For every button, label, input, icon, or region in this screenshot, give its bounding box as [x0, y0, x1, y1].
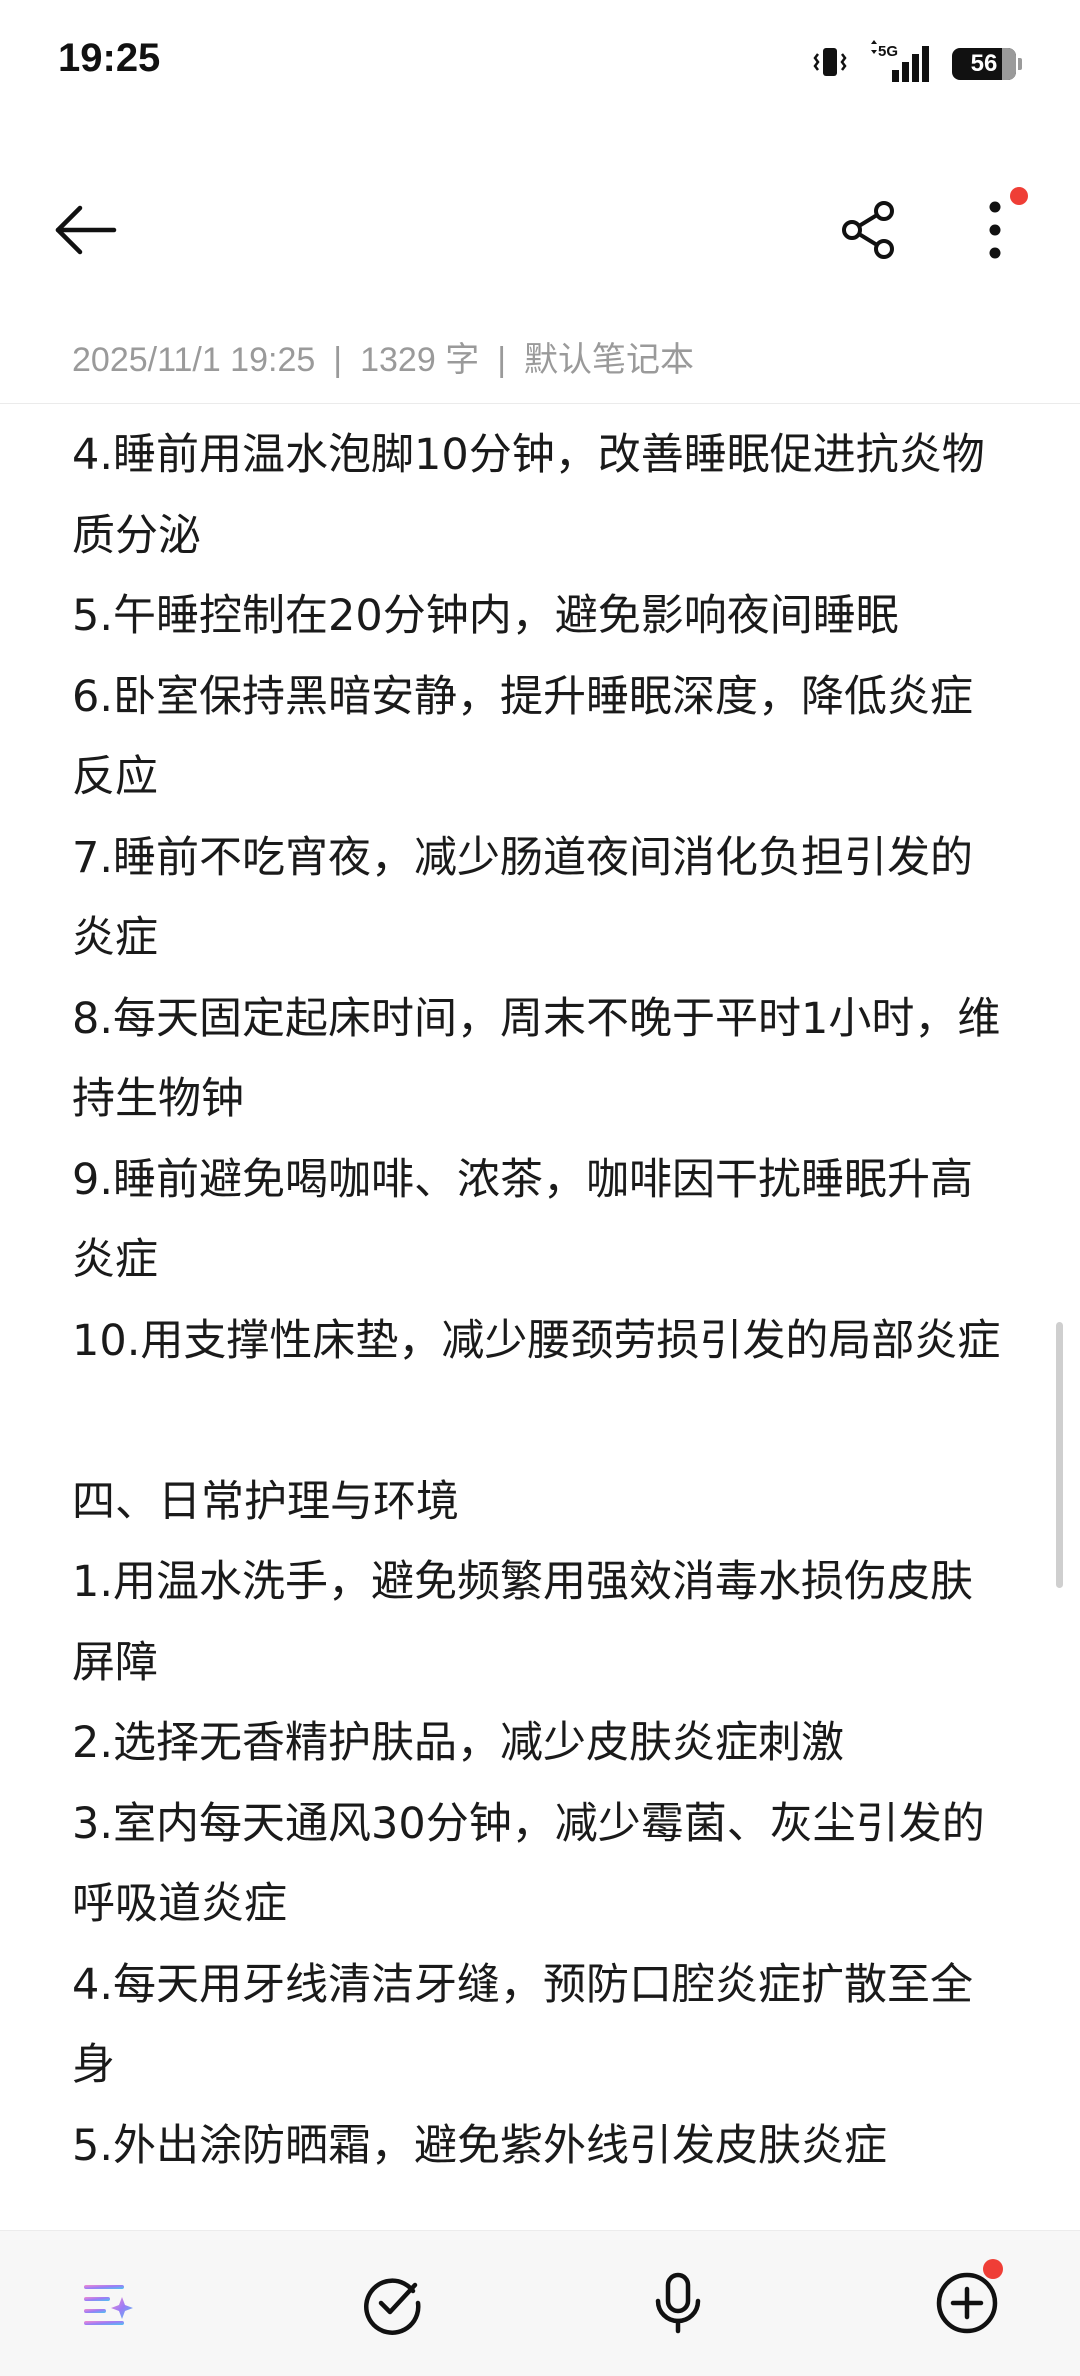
note-line: 4.每天用牙线清洁牙缝，预防口腔炎症扩散至全身 — [72, 1959, 974, 2091]
note-line: 4.睡前用温水泡脚10分钟，改善睡眠促进抗炎物质分泌 — [72, 430, 985, 561]
note-datetime: 2025/11/1 19:25 — [72, 341, 316, 379]
scrollbar[interactable] — [1056, 1322, 1063, 1588]
meta-separator: | — [333, 341, 343, 379]
notification-dot — [1010, 187, 1028, 205]
voice-input-button[interactable] — [628, 2253, 728, 2353]
back-button[interactable] — [40, 185, 130, 275]
share-button[interactable] — [824, 185, 914, 275]
more-button[interactable] — [950, 185, 1040, 275]
note-line: 5.外出涂防晒霜，避免紫外线引发皮肤炎症 — [72, 2120, 888, 2171]
microphone-icon — [655, 2272, 701, 2334]
share-icon — [842, 201, 894, 259]
svg-text:5G: 5G — [878, 43, 898, 60]
note-line: 2.选择无香精护肤品，减少皮肤炎症刺激 — [72, 1718, 845, 1768]
note-line: 8.每天固定起床时间，周末不晚于平时1小时，维持生物钟 — [72, 993, 1001, 1125]
status-bar: 19:25 5G 56 — [0, 0, 1080, 125]
header-divider — [0, 403, 1080, 404]
new-note-button[interactable] — [917, 2253, 1017, 2353]
status-icons: 5G 56 — [810, 40, 1022, 88]
vibrate-icon — [810, 42, 850, 86]
bottom-toolbar — [0, 2230, 1080, 2376]
note-line: 7.睡前不吃宵夜，减少肠道夜间消化负担引发的炎症 — [72, 832, 974, 964]
note-line: 9.睡前避免喝咖啡、浓茶，咖啡因干扰睡眠升高炎症 — [72, 1154, 974, 1286]
ai-text-icon — [84, 2285, 133, 2325]
check-circle-icon — [364, 2278, 421, 2335]
note-word-count: 1329 字 — [360, 341, 480, 379]
note-meta: 2025/11/1 19:25 | 1329 字 | 默认笔记本 — [72, 332, 694, 381]
todo-button[interactable] — [343, 2253, 443, 2353]
note-blank-line — [72, 1381, 1012, 1462]
note-line: 10.用支撑性床垫，减少腰颈劳损引发的局部炎症 — [72, 1315, 1001, 1366]
meta-separator: | — [497, 341, 507, 379]
note-line: 6.卧室保持黑暗安静，提升睡眠深度，降低炎症反应 — [72, 671, 974, 803]
note-toolbar — [0, 170, 1080, 290]
note-notebook[interactable]: 默认笔记本 — [524, 341, 694, 379]
signal-5g-icon: 5G — [868, 40, 934, 88]
more-vertical-icon — [989, 201, 1001, 259]
back-arrow-icon — [55, 205, 117, 255]
add-circle-icon — [936, 2272, 998, 2334]
ai-assist-button[interactable] — [58, 2253, 158, 2353]
note-section-heading: 四、日常护理与环境 — [72, 1476, 459, 1527]
note-line: 3.室内每天通风30分钟，减少霉菌、灰尘引发的呼吸道炎症 — [72, 1798, 985, 1930]
note-line: 1.用温水洗手，避免频繁用强效消毒水损伤皮肤屏障 — [72, 1557, 974, 1688]
note-line: 5.午睡控制在20分钟内，避免影响夜间睡眠 — [72, 591, 899, 641]
status-time: 19:25 — [58, 36, 161, 80]
note-body[interactable]: 4.睡前用温水泡脚10分钟，改善睡眠促进抗炎物质分泌 5.午睡控制在20分钟内，… — [72, 415, 1012, 2230]
battery-icon: 56 — [952, 48, 1022, 80]
notification-dot — [983, 2259, 1003, 2279]
battery-level: 56 — [970, 50, 998, 77]
